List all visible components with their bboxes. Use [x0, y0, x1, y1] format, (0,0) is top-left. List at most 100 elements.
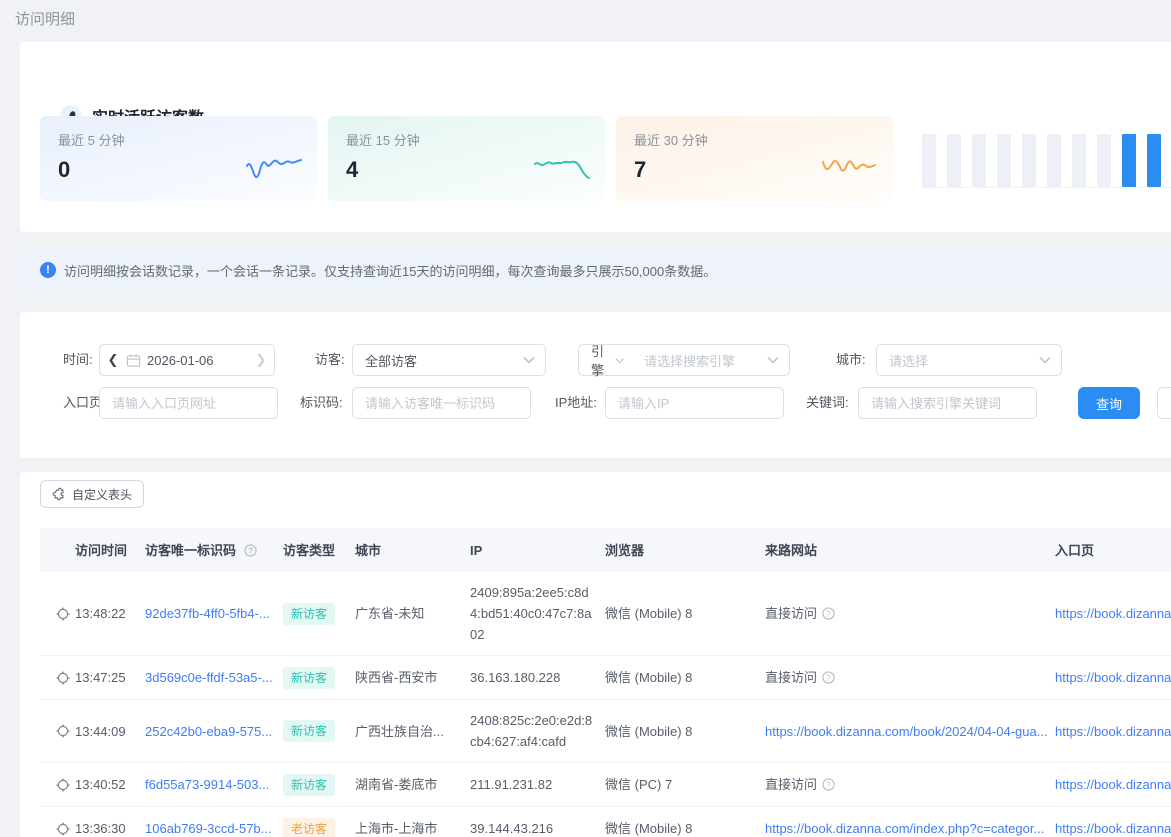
stat-card-row: 最近 5 分钟 0 最近 15 分钟 4 最近 30 分钟 7	[40, 116, 893, 201]
keyword-input[interactable]	[859, 388, 1036, 418]
engine-select[interactable]: 请选择搜索引擎	[632, 344, 790, 376]
header-visitor-type: 访客类型	[283, 529, 355, 572]
visitor-uid-link[interactable]: 252c42b0-eba9-575...	[145, 724, 272, 739]
realtime-bar	[972, 134, 986, 187]
notice-banner: ! 访问明细按会话数记录，一个会话一条记录。仅支持查询近15天的访问明细，每次查…	[20, 248, 1171, 292]
customize-headers-label: 自定义表头	[72, 486, 132, 503]
chevron-down-icon	[767, 356, 779, 364]
svg-text:?: ?	[826, 609, 831, 618]
visitor-select[interactable]: 全部访客	[352, 344, 546, 376]
table-header-row: 访问时间 访客唯一标识码 ? 访客类型 城市 IP 浏览器 来路网站 入口页	[40, 528, 1171, 572]
realtime-bar	[1072, 134, 1086, 187]
table-row: 13:44:09252c42b0-eba9-575...新访客广西壮族自治...…	[40, 700, 1171, 763]
help-icon[interactable]: ?	[244, 544, 257, 557]
chevron-down-icon	[1039, 356, 1051, 364]
referrer-link[interactable]: https://book.dizanna.com/index.php?c=cat…	[765, 818, 1044, 837]
engine-type-select[interactable]: 引擎	[578, 344, 633, 376]
engine-select-placeholder: 请选择搜索引擎	[644, 351, 735, 370]
browser-cell: 微信 (Mobile) 8	[605, 657, 765, 698]
visit-time: 13:36:30	[75, 818, 126, 837]
entry-page-input[interactable]	[100, 388, 277, 418]
referrer-text: 直接访问	[765, 774, 817, 795]
visitor-uid-cell: 92de37fb-4ff0-5fb4-...	[145, 593, 283, 634]
referrer-link[interactable]: https://book.dizanna.com/book/2024/04-04…	[765, 721, 1048, 742]
visitor-uid-link[interactable]: 106ab769-3ccd-57b...	[145, 821, 271, 836]
chevron-down-icon	[615, 357, 624, 364]
header-entry-page: 入口页	[1055, 529, 1171, 572]
next-day-icon[interactable]: ❯	[248, 352, 274, 368]
entry-page-link[interactable]: https://book.dizanna.c	[1055, 670, 1171, 685]
browser-cell: 微信 (Mobile) 8	[605, 711, 765, 752]
reset-button[interactable]	[1157, 387, 1171, 419]
realtime-bar-chart	[922, 134, 1171, 188]
entry-page-link[interactable]: https://book.dizanna.c	[1055, 606, 1171, 621]
help-icon[interactable]: ?	[822, 667, 835, 688]
visitor-uid-link[interactable]: f6d55a73-9914-503...	[145, 777, 269, 792]
realtime-bar	[947, 134, 961, 187]
sparkline-5min-icon	[245, 153, 303, 183]
visit-time-cell: 13:47:25	[40, 657, 145, 698]
query-button[interactable]: 查询	[1078, 387, 1140, 419]
header-city: 城市	[355, 529, 470, 572]
header-ip: IP	[470, 529, 605, 572]
sparkline-15min-icon	[533, 153, 591, 183]
visit-time: 13:44:09	[75, 721, 126, 742]
entry-page-field[interactable]	[99, 387, 278, 419]
ip-input[interactable]	[606, 388, 783, 418]
time-label: 时间:	[63, 344, 93, 376]
visit-time: 13:47:25	[75, 667, 126, 688]
svg-text:?: ?	[248, 546, 253, 555]
referrer-cell: 直接访问?	[765, 764, 1055, 805]
uid-field[interactable]	[352, 387, 531, 419]
entry-page-cell: https://book.dizanna.c	[1055, 593, 1171, 634]
ip-cell: 39.144.43.216	[470, 808, 605, 837]
ip-cell: 211.91.231.82	[470, 764, 605, 805]
stat-card-15min: 最近 15 分钟 4	[328, 116, 605, 201]
visitor-select-value: 全部访客	[365, 351, 417, 370]
visit-time-cell: 13:44:09	[40, 711, 145, 752]
city-cell: 广东省-未知	[355, 593, 470, 634]
city-cell: 广西壮族自治...	[355, 711, 470, 752]
visitor-type-badge: 老访客	[283, 818, 335, 837]
engine-type-value: 引擎	[591, 341, 615, 379]
help-icon[interactable]: ?	[822, 603, 835, 624]
visitor-type-cell: 新访客	[283, 657, 355, 699]
browser-cell: 微信 (Mobile) 8	[605, 593, 765, 634]
keyword-label: 关键词:	[806, 387, 849, 419]
visit-time-cell: 13:36:30	[40, 808, 145, 837]
session-refresh-icon	[56, 822, 70, 836]
visitor-uid-link[interactable]: 92de37fb-4ff0-5fb4-...	[145, 606, 270, 621]
stat-label: 最近 30 分钟	[634, 130, 875, 149]
help-icon[interactable]: ?	[822, 774, 835, 795]
city-label: 城市:	[836, 344, 866, 376]
realtime-bar	[1022, 134, 1036, 187]
entry-page-link[interactable]: https://book.dizanna.c	[1055, 821, 1171, 836]
visitor-type-badge: 新访客	[283, 603, 335, 625]
customize-headers-button[interactable]: 自定义表头	[40, 480, 144, 508]
city-select[interactable]: 请选择	[876, 344, 1062, 376]
visitor-uid-link[interactable]: 3d569c0e-ffdf-53a5-...	[145, 670, 273, 685]
table-row: 13:40:52f6d55a73-9914-503...新访客湖南省-娄底市21…	[40, 763, 1171, 807]
entry-page-link[interactable]: https://book.dizanna.c	[1055, 724, 1171, 739]
visitor-uid-cell: 3d569c0e-ffdf-53a5-...	[145, 657, 283, 698]
date-picker[interactable]: ❮ 2026-01-06 ❯	[99, 344, 275, 376]
date-value[interactable]: 2026-01-06	[141, 353, 248, 368]
uid-label: 标识码:	[300, 387, 343, 419]
keyword-field[interactable]	[858, 387, 1037, 419]
visit-time: 13:48:22	[75, 603, 126, 624]
notice-text: 访问明细按会话数记录，一个会话一条记录。仅支持查询近15天的访问明细，每次查询最…	[64, 261, 716, 280]
uid-input[interactable]	[353, 388, 530, 418]
entry-page-cell: https://book.dizanna.c	[1055, 808, 1171, 837]
header-visit-time: 访问时间	[40, 529, 145, 572]
stat-card-30min: 最近 30 分钟 7	[616, 116, 893, 201]
prev-day-icon[interactable]: ❮	[100, 352, 126, 368]
header-visitor-uid: 访客唯一标识码 ?	[145, 529, 283, 572]
referrer-cell: https://book.dizanna.com/index.php?c=cat…	[765, 808, 1055, 837]
visitor-label: 访客:	[315, 344, 345, 376]
realtime-bar	[1097, 134, 1111, 187]
calendar-icon	[126, 353, 141, 368]
visitor-type-badge: 新访客	[283, 667, 335, 689]
city-cell: 上海市-上海市	[355, 808, 470, 837]
entry-page-link[interactable]: https://book.dizanna.c	[1055, 777, 1171, 792]
ip-field[interactable]	[605, 387, 784, 419]
